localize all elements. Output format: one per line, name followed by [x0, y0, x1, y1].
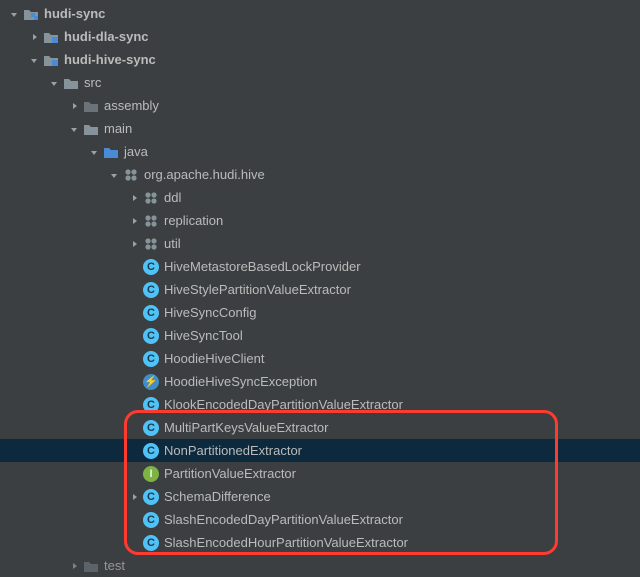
chevron-right-icon[interactable] — [126, 236, 142, 252]
tree-item-label: HiveMetastoreBasedLockProvider — [164, 259, 361, 274]
tree-item-label: org.apache.hudi.hive — [144, 167, 265, 182]
tree-item-label: util — [164, 236, 181, 251]
chevron-right-icon[interactable] — [66, 98, 82, 114]
tree-item-label: SchemaDifference — [164, 489, 271, 504]
package-icon — [142, 212, 160, 230]
tree-item-replication[interactable]: replication — [0, 209, 640, 232]
folder-icon — [82, 97, 100, 115]
class-icon: C — [142, 396, 160, 414]
chevron-down-icon[interactable] — [6, 6, 22, 22]
tree-item-label: replication — [164, 213, 223, 228]
tree-item-util[interactable]: util — [0, 232, 640, 255]
project-tree[interactable]: hudi-sync hudi-dla-sync hudi-hive-sync s… — [0, 0, 640, 577]
chevron-right-icon[interactable] — [26, 29, 42, 45]
chevron-right-icon[interactable] — [126, 213, 142, 229]
tree-item-label: HoodieHiveClient — [164, 351, 264, 366]
class-icon: C — [142, 350, 160, 368]
chevron-down-icon[interactable] — [46, 75, 62, 91]
class-icon: C — [142, 327, 160, 345]
module-group-icon — [22, 5, 40, 23]
class-icon: C — [142, 534, 160, 552]
tree-item-label: assembly — [104, 98, 159, 113]
tree-item-ddl[interactable]: ddl — [0, 186, 640, 209]
tree-item-label: KlookEncodedDayPartitionValueExtractor — [164, 397, 403, 412]
exception-icon: ⚡ — [142, 373, 160, 391]
tree-item-label: test — [104, 558, 125, 573]
tree-item-label: HiveSyncConfig — [164, 305, 257, 320]
class-icon: C — [142, 258, 160, 276]
tree-item-label: HiveStylePartitionValueExtractor — [164, 282, 351, 297]
tree-item-main[interactable]: main — [0, 117, 640, 140]
tree-item-src[interactable]: src — [0, 71, 640, 94]
folder-icon — [62, 74, 80, 92]
tree-item-label: java — [124, 144, 148, 159]
tree-item-label: hudi-hive-sync — [64, 52, 156, 67]
tree-item-label: NonPartitionedExtractor — [164, 443, 302, 458]
tree-item-exception[interactable]: ⚡ HoodieHiveSyncException — [0, 370, 640, 393]
package-icon — [122, 166, 140, 184]
package-icon — [142, 189, 160, 207]
tree-item-label: SlashEncodedHourPartitionValueExtractor — [164, 535, 408, 550]
class-icon: C — [142, 281, 160, 299]
package-icon — [142, 235, 160, 253]
tree-item-label: HiveSyncTool — [164, 328, 243, 343]
tree-item-class[interactable]: C HoodieHiveClient — [0, 347, 640, 370]
tree-item-class-selected[interactable]: C NonPartitionedExtractor — [0, 439, 640, 462]
class-icon: C — [142, 488, 160, 506]
module-icon — [42, 28, 60, 46]
tree-item-class[interactable]: C HiveSyncTool — [0, 324, 640, 347]
chevron-down-icon[interactable] — [26, 52, 42, 68]
tree-item-label: hudi-sync — [44, 6, 105, 21]
folder-icon — [82, 557, 100, 575]
tree-item-class[interactable]: C HiveSyncConfig — [0, 301, 640, 324]
tree-item-label: main — [104, 121, 132, 136]
tree-item-class[interactable]: C MultiPartKeysValueExtractor — [0, 416, 640, 439]
tree-item-class[interactable]: C KlookEncodedDayPartitionValueExtractor — [0, 393, 640, 416]
chevron-right-icon[interactable] — [126, 190, 142, 206]
tree-item-label: SlashEncodedDayPartitionValueExtractor — [164, 512, 403, 527]
class-icon: C — [142, 419, 160, 437]
tree-item-label: ddl — [164, 190, 181, 205]
class-icon: C — [142, 442, 160, 460]
tree-item-assembly[interactable]: assembly — [0, 94, 640, 117]
class-icon: C — [142, 304, 160, 322]
tree-item-java[interactable]: java — [0, 140, 640, 163]
tree-item-class[interactable]: C SchemaDifference — [0, 485, 640, 508]
tree-item-interface[interactable]: I PartitionValueExtractor — [0, 462, 640, 485]
chevron-right-icon[interactable] — [126, 489, 142, 505]
tree-item-label: src — [84, 75, 101, 90]
module-icon — [42, 51, 60, 69]
tree-item-hudi-hive-sync[interactable]: hudi-hive-sync — [0, 48, 640, 71]
tree-item-class[interactable]: C SlashEncodedDayPartitionValueExtractor — [0, 508, 640, 531]
chevron-down-icon[interactable] — [106, 167, 122, 183]
tree-item-label: hudi-dla-sync — [64, 29, 149, 44]
tree-item-package-root[interactable]: org.apache.hudi.hive — [0, 163, 640, 186]
tree-item-class[interactable]: C HiveMetastoreBasedLockProvider — [0, 255, 640, 278]
tree-item-label: PartitionValueExtractor — [164, 466, 296, 481]
source-folder-icon — [102, 143, 120, 161]
chevron-down-icon[interactable] — [86, 144, 102, 160]
tree-item-class[interactable]: C HiveStylePartitionValueExtractor — [0, 278, 640, 301]
tree-item-label: MultiPartKeysValueExtractor — [164, 420, 329, 435]
tree-item-hudi-dla-sync[interactable]: hudi-dla-sync — [0, 25, 640, 48]
class-icon: C — [142, 511, 160, 529]
tree-item-class[interactable]: C SlashEncodedHourPartitionValueExtracto… — [0, 531, 640, 554]
tree-item-label: HoodieHiveSyncException — [164, 374, 317, 389]
interface-icon: I — [142, 465, 160, 483]
tree-item-hudi-sync[interactable]: hudi-sync — [0, 2, 640, 25]
folder-icon — [82, 120, 100, 138]
tree-item-test[interactable]: test — [0, 554, 640, 577]
chevron-right-icon[interactable] — [66, 558, 82, 574]
chevron-down-icon[interactable] — [66, 121, 82, 137]
